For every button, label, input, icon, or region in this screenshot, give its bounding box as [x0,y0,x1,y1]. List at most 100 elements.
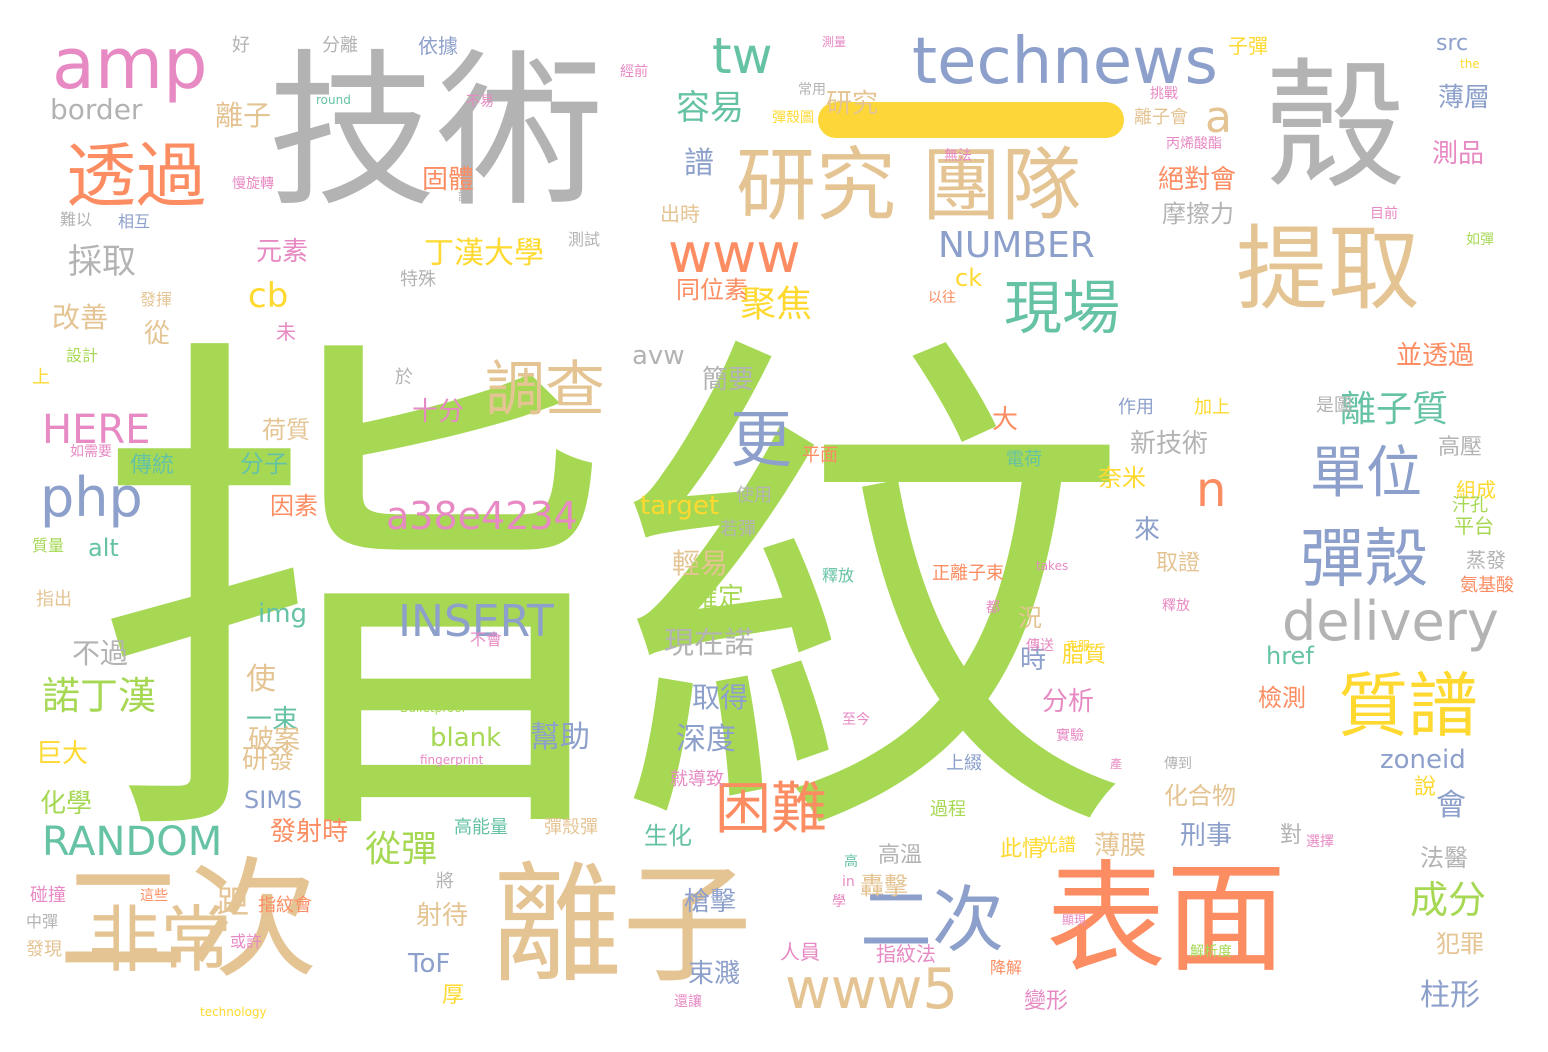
cloud-word: amp [52,23,208,105]
cloud-word: 轟擊 [860,872,908,900]
cloud-word: 子彈 [1228,34,1268,58]
cloud-word: 蒸發 [1466,548,1506,572]
cloud-word: 況 [1018,604,1042,632]
cloud-word: 發揮 [140,290,173,309]
cloud-word: 生化 [644,822,692,850]
cloud-word: 目前 [1370,206,1398,222]
cloud-word: 若彈 [720,519,756,540]
cloud-word: 槍擊 [684,887,737,917]
cloud-word: SIMS [244,786,303,814]
cloud-word: takes [1036,559,1069,573]
cloud-word: 絕對會 [1158,165,1237,195]
cloud-word: 高能量 [454,817,508,838]
cloud-word: 分子 [240,450,288,478]
cloud-word: 好 [232,35,250,56]
cloud-word: a [1205,92,1232,143]
cloud-word: 電荷 [1006,449,1042,470]
cloud-word: Bulletproof [400,701,466,715]
cloud-word: RANDOM [42,819,223,865]
cloud-word: 更 [730,403,793,476]
cloud-word: img [258,599,308,629]
cloud-word: 彈殼彈 [544,817,598,838]
cloud-word: www [668,222,801,285]
cloud-word: 相互 [118,212,151,231]
cloud-word: 釋放 [822,566,855,585]
cloud-word: 至今 [842,712,870,728]
cloud-word: 改善 [52,301,109,334]
cloud-word: 此情 [1000,837,1045,862]
cloud-word: 測試 [568,230,601,249]
cloud-word: 研發 [242,745,295,775]
cloud-word: ToF [408,949,451,979]
cloud-word: 射待 [416,901,469,931]
cloud-word: 說 [1414,775,1437,800]
cloud-word: 單位 [1310,441,1422,506]
cloud-word: 譜 [684,146,714,181]
cloud-word: 提取 [1236,216,1421,323]
cloud-word: blank [430,723,502,753]
cloud-word: 困難 [715,777,827,842]
cloud-word: 如需要 [70,444,112,460]
cloud-word: 對 [1280,823,1303,848]
cloud-word: 經前 [620,64,648,80]
cloud-word: technews [912,25,1218,99]
cloud-word: 測品 [1432,139,1485,169]
cloud-word: fingerprint [420,753,484,767]
cloud-word: 聚焦 [740,284,813,325]
cloud-word: in [842,874,855,890]
cloud-word: n [1196,462,1227,518]
cloud-word: 人員 [780,940,820,964]
cloud-word: 常用 [798,82,826,98]
cloud-word: 測量 [822,35,847,49]
cloud-word: 薄膜 [1094,831,1147,861]
cloud-word: 指紋 [95,297,1135,903]
cloud-word: 使 [246,662,276,697]
cloud-word: 柱形 [1420,978,1480,1013]
cloud-word: 過程 [930,799,966,820]
cloud-word: 研究 [826,89,879,119]
cloud-word: 未 [276,320,296,344]
cloud-word: border [50,93,143,126]
cloud-word: 使用 [736,485,772,506]
cloud-word: 距 [217,883,250,921]
cloud-word: 讓 [458,189,471,203]
cloud-word: 光譜 [1040,835,1076,856]
cloud-word: 上 [32,367,50,388]
cloud-word: 研究 團隊 [736,139,1082,232]
cloud-word: 平台 [1454,514,1494,538]
cloud-word: 束濺 [688,959,741,989]
cloud-word: 取證 [1156,551,1201,576]
cloud-word: 幫助 [530,720,590,755]
cloud-word: 檢測 [1258,684,1306,712]
cloud-word: 解析度 [1190,944,1232,960]
cloud-word: 奈米 [1098,464,1146,492]
cloud-word: 這些 [140,888,168,904]
cloud-word: 傳送 [1026,638,1054,654]
cloud-word: 因素 [270,492,318,520]
cloud-word: 平面 [802,445,838,466]
cloud-word: 容易 [676,88,744,128]
cloud-word: delivery [1282,590,1499,653]
cloud-word: 顯現 [1062,913,1087,927]
cloud-word: 十分 [412,397,465,427]
cloud-word: avw [632,341,685,371]
cloud-word: 丙烯酸酯 [1166,136,1222,152]
cloud-word: 深度 [676,722,736,757]
cloud-word: 質譜 [1338,665,1478,747]
cloud-word: 實驗 [1056,728,1084,744]
cloud-word: 採取 [68,242,136,282]
cloud-word: 克服 [1066,639,1091,653]
cloud-word: 不過 [72,637,129,670]
cloud-word: 非常 [88,898,233,982]
cloud-word: 透過 [66,135,206,217]
cloud-word: 指紋法 [876,942,936,966]
cloud-word: 元素 [256,237,309,267]
cloud-word: 發現 [26,939,62,960]
cloud-word: 化學 [40,789,93,819]
cloud-word: 氨基酸 [1460,575,1514,596]
cloud-word: target [640,491,720,521]
cloud-word: 離子質 [1340,389,1449,430]
cloud-word: 變形 [1024,989,1069,1014]
cloud-word: 產 [1110,757,1123,771]
cloud-word: 出時 [660,202,700,226]
